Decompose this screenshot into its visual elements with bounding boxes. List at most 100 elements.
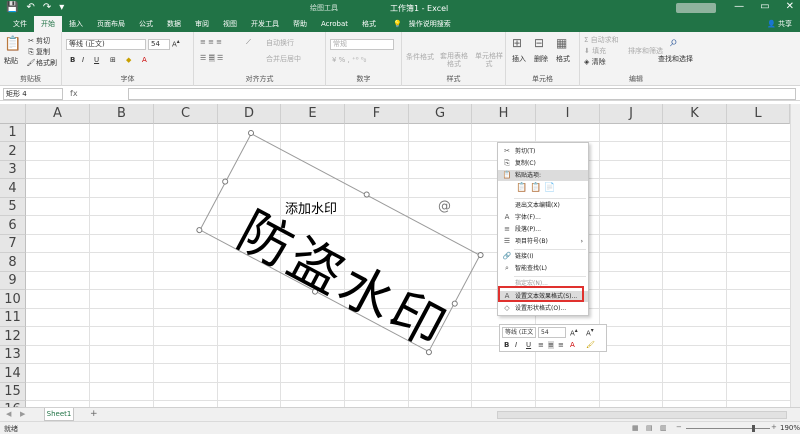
insert-cells-button[interactable]: 插入 bbox=[512, 54, 526, 64]
paste-icon[interactable]: 📋 bbox=[4, 36, 21, 52]
column-header[interactable]: L bbox=[727, 104, 790, 124]
mini-font-color-button[interactable]: A bbox=[570, 341, 575, 349]
row-header[interactable]: 15 bbox=[0, 383, 26, 401]
paste-button[interactable]: 粘贴 bbox=[4, 56, 18, 66]
column-header[interactable]: H bbox=[472, 104, 536, 124]
row-header[interactable]: 11 bbox=[0, 309, 26, 327]
format-painter-button[interactable]: 🖌格式刷 bbox=[26, 58, 57, 68]
column-header[interactable]: J bbox=[600, 104, 663, 124]
mini-underline-button[interactable]: U bbox=[526, 341, 531, 349]
mini-align-right-icon[interactable]: ≡ bbox=[558, 341, 564, 349]
align-left-icon[interactable]: ☰ ☰ ☰ bbox=[200, 54, 223, 62]
font-color-icon[interactable]: A bbox=[142, 56, 147, 64]
mini-size-select[interactable]: 54 bbox=[538, 327, 566, 338]
row-header[interactable]: 1 bbox=[0, 124, 26, 142]
find-select-button[interactable]: 查找和选择 bbox=[658, 54, 693, 64]
delete-cells-button[interactable]: 删除 bbox=[534, 54, 548, 64]
zoom-slider[interactable] bbox=[686, 428, 770, 429]
restore-button[interactable]: ▭ bbox=[760, 1, 769, 12]
row-header[interactable]: 6 bbox=[0, 216, 26, 235]
name-box[interactable]: 矩形 4 bbox=[3, 88, 63, 100]
tab-home[interactable]: 开始 bbox=[34, 16, 62, 32]
rotate-handle-icon[interactable]: @ bbox=[438, 199, 451, 214]
copy-button[interactable]: ⎘ 复制 bbox=[26, 47, 50, 57]
column-header[interactable]: G bbox=[409, 104, 472, 124]
format-cells-icon[interactable]: ▦ bbox=[556, 36, 567, 50]
row-header[interactable]: 4 bbox=[0, 179, 26, 198]
redo-icon[interactable]: ↷ bbox=[43, 2, 51, 13]
zoom-out-button[interactable]: − bbox=[676, 423, 682, 431]
mini-italic-button[interactable]: I bbox=[515, 341, 517, 349]
save-icon[interactable]: 💾 bbox=[6, 2, 18, 13]
tab-acrobat[interactable]: Acrobat bbox=[314, 16, 355, 32]
align-top-icon[interactable]: ≡ ≡ ≡ bbox=[200, 38, 222, 46]
share-button[interactable]: 👤 共享 bbox=[767, 16, 792, 32]
number-format-select[interactable]: 常规 bbox=[330, 39, 394, 50]
zoom-level[interactable]: 190% bbox=[780, 424, 800, 432]
font-size-select[interactable]: 54 bbox=[148, 39, 170, 50]
row-header[interactable]: 7 bbox=[0, 235, 26, 253]
tab-format[interactable]: 格式 bbox=[355, 16, 383, 32]
resize-handle[interactable] bbox=[221, 177, 230, 186]
fx-icon[interactable]: fx bbox=[70, 89, 78, 98]
select-all-corner[interactable] bbox=[0, 104, 26, 124]
menu-item-bullets[interactable]: ☰ 项目符号(B) › bbox=[498, 236, 588, 247]
insert-cells-icon[interactable]: ⊞ bbox=[512, 36, 522, 50]
column-header[interactable]: E bbox=[281, 104, 345, 124]
sheet-tab-sheet1[interactable]: Sheet1 bbox=[44, 408, 74, 421]
menu-item-smart-lookup[interactable]: ⌕ 智能查找(L) bbox=[498, 263, 588, 274]
menu-item-exit-edit[interactable]: 退出文本编辑(X) bbox=[498, 200, 588, 211]
mini-align-left-icon[interactable]: ≡ bbox=[538, 341, 544, 349]
mini-bold-button[interactable]: B bbox=[504, 341, 509, 349]
tab-file[interactable]: 文件 bbox=[6, 16, 34, 32]
tab-view[interactable]: 视图 bbox=[216, 16, 244, 32]
horizontal-scrollbar[interactable] bbox=[497, 411, 787, 419]
column-header[interactable]: K bbox=[663, 104, 727, 124]
page-layout-view-icon[interactable]: ▤ bbox=[646, 424, 653, 432]
menu-item-format-shape[interactable]: ◇ 设置形状格式(O)... bbox=[498, 303, 588, 314]
tab-insert[interactable]: 插入 bbox=[62, 16, 90, 32]
row-header[interactable]: 10 bbox=[0, 290, 26, 309]
menu-item-cut[interactable]: ✂ 剪切(T) bbox=[498, 146, 588, 157]
mini-grow-font-icon[interactable]: A▴ bbox=[570, 328, 578, 337]
account-avatar[interactable] bbox=[676, 3, 716, 13]
formula-input[interactable] bbox=[128, 88, 796, 100]
fill-button[interactable]: ⬇ 填充 bbox=[584, 46, 606, 56]
mini-shrink-font-icon[interactable]: A▾ bbox=[586, 328, 594, 337]
merge-center-button[interactable]: 合并后居中 bbox=[266, 54, 301, 64]
column-header[interactable]: B bbox=[90, 104, 154, 124]
autosum-button[interactable]: Σ 自动求和 bbox=[584, 35, 619, 45]
column-header[interactable]: D bbox=[218, 104, 281, 124]
next-sheet-icon[interactable]: ▶ bbox=[20, 410, 25, 418]
menu-item-copy[interactable]: ⎘ 复制(C) bbox=[498, 158, 588, 169]
column-header[interactable]: F bbox=[345, 104, 409, 124]
row-header[interactable]: 13 bbox=[0, 346, 26, 364]
search-icon[interactable]: ⌕ bbox=[670, 34, 678, 50]
clear-button[interactable]: ◈ 清除 bbox=[584, 57, 606, 67]
font-name-select[interactable]: 等线 (正文) bbox=[66, 39, 146, 50]
orientation-icon[interactable]: ⟋ bbox=[246, 38, 251, 47]
format-cells-button[interactable]: 格式 bbox=[556, 54, 570, 64]
delete-cells-icon[interactable]: ⊟ bbox=[534, 36, 544, 50]
mini-align-center-icon[interactable]: ≡ bbox=[548, 341, 554, 349]
tab-formulas[interactable]: 公式 bbox=[132, 16, 160, 32]
tab-review[interactable]: 审阅 bbox=[188, 16, 216, 32]
fill-color-icon[interactable]: ◆ bbox=[126, 56, 131, 64]
currency-icon[interactable]: ¥ % , ⁺⁰ ⁰₀ bbox=[332, 56, 366, 64]
wrap-text-button[interactable]: 自动换行 bbox=[266, 38, 294, 48]
close-button[interactable]: ✕ bbox=[786, 1, 794, 12]
grow-font-icon[interactable]: A▴ bbox=[172, 39, 180, 48]
italic-button[interactable]: I bbox=[82, 56, 84, 64]
tab-help[interactable]: 帮助 bbox=[286, 16, 314, 32]
page-break-view-icon[interactable]: ▥ bbox=[660, 424, 667, 432]
column-header[interactable]: I bbox=[536, 104, 600, 124]
row-header[interactable]: 8 bbox=[0, 253, 26, 272]
menu-item-paragraph[interactable]: ≡ 段落(P)... bbox=[498, 224, 588, 235]
cut-button[interactable]: ✂ 剪切 bbox=[26, 36, 50, 46]
row-header[interactable]: 5 bbox=[0, 198, 26, 216]
paste-merge-icon[interactable]: 📋 bbox=[530, 183, 541, 193]
row-header[interactable]: 3 bbox=[0, 161, 26, 179]
cell-styles-button[interactable]: 单元格样式 bbox=[474, 52, 504, 68]
border-icon[interactable]: ⊞ bbox=[110, 56, 116, 64]
mini-format-painter-icon[interactable]: 🖌 bbox=[586, 341, 595, 349]
